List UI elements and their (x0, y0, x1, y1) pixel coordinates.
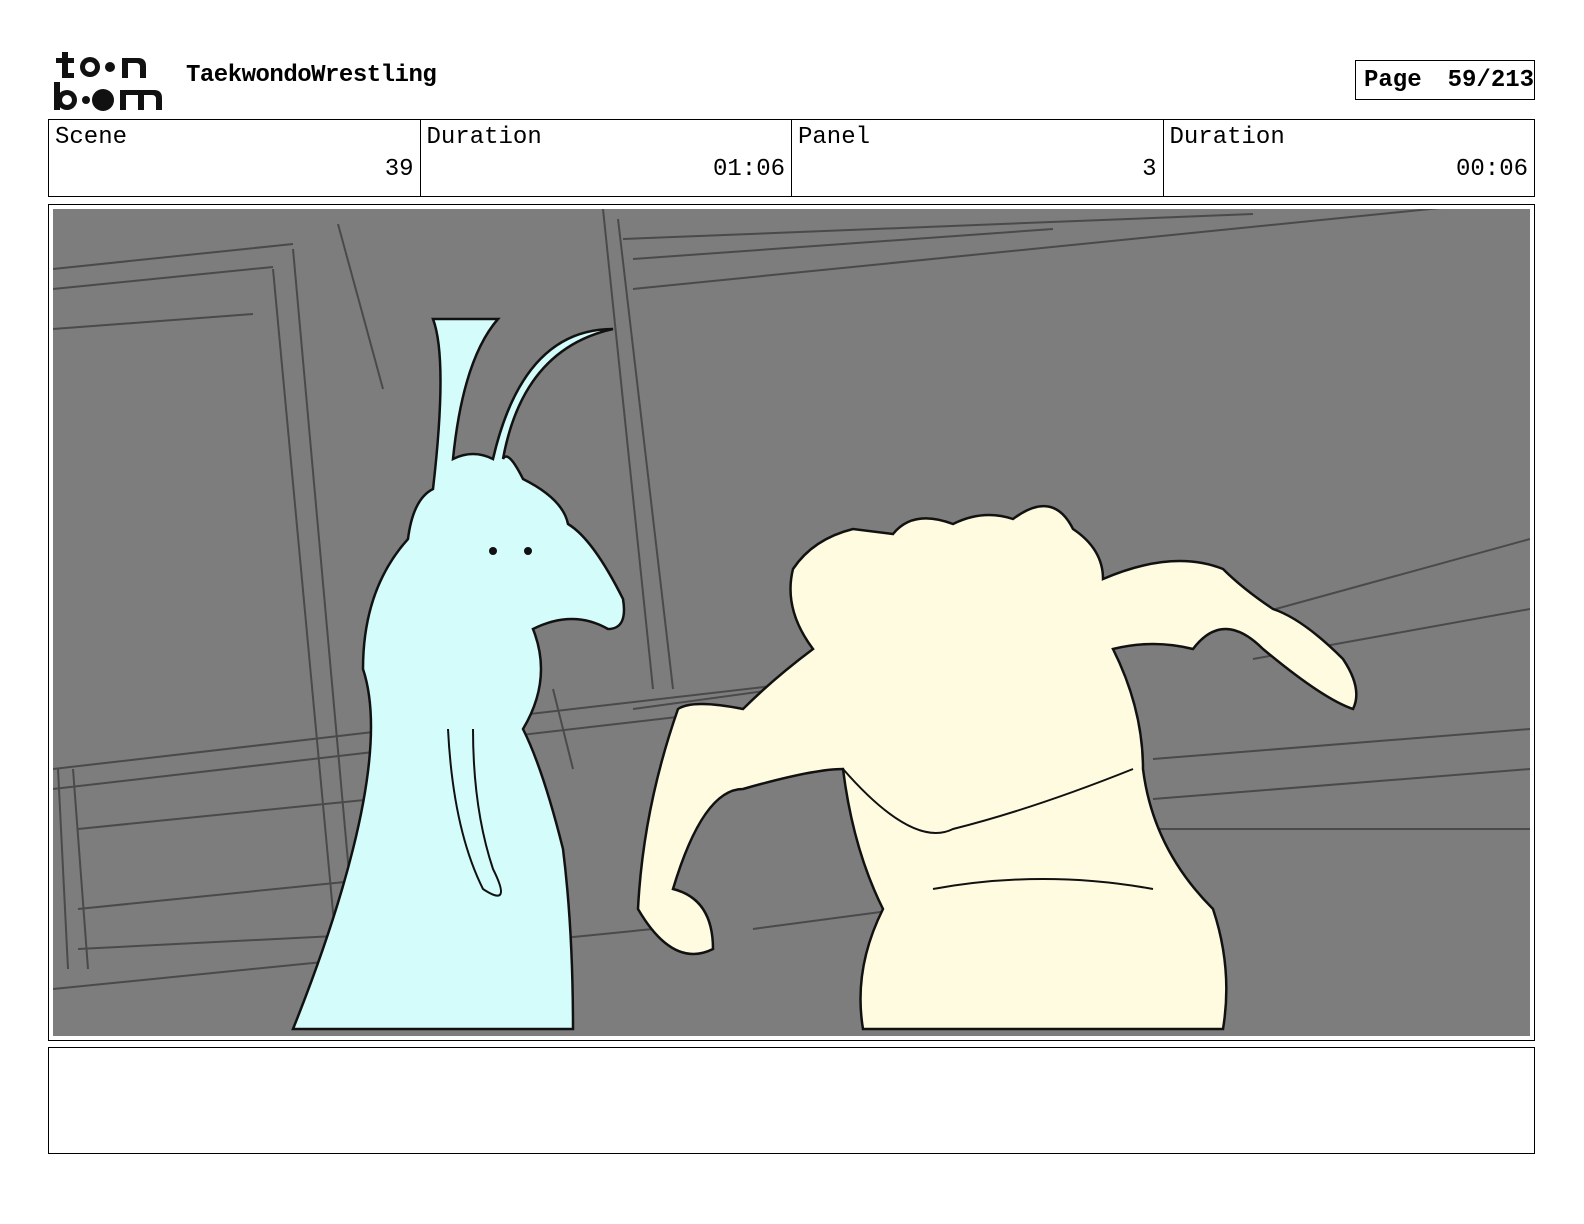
scene-cell: Scene 39 (49, 120, 421, 196)
panel-cell: Panel 3 (792, 120, 1164, 196)
panel-label: Panel (798, 124, 871, 151)
scene-duration-cell: Duration 01:06 (421, 120, 792, 196)
scene-info-table: Scene 39 Duration 01:06 Panel 3 Duration… (48, 119, 1535, 197)
panel-value: 3 (1142, 156, 1157, 183)
panel-duration-cell: Duration 00:06 (1164, 120, 1535, 196)
project-title: TaekwondoWrestling (186, 62, 437, 89)
page-number: 59/213 (1447, 66, 1535, 94)
panel-duration-label: Duration (1169, 124, 1285, 151)
scene-duration-value: 01:06 (712, 156, 785, 183)
scene-label: Scene (55, 124, 128, 151)
storyboard-panel-image (53, 209, 1530, 1036)
page-label: Page (1364, 66, 1422, 94)
panel-frame (48, 204, 1535, 1041)
panel-duration-value: 00:06 (1455, 156, 1528, 183)
scene-duration-label: Duration (426, 124, 542, 151)
toon-boom-logo (54, 52, 162, 111)
page-indicator: Page 59/213 (1355, 60, 1535, 100)
panel-notes-box (48, 1047, 1535, 1154)
scene-value: 39 (384, 156, 414, 183)
storyboard-sketch (53, 209, 1530, 1036)
